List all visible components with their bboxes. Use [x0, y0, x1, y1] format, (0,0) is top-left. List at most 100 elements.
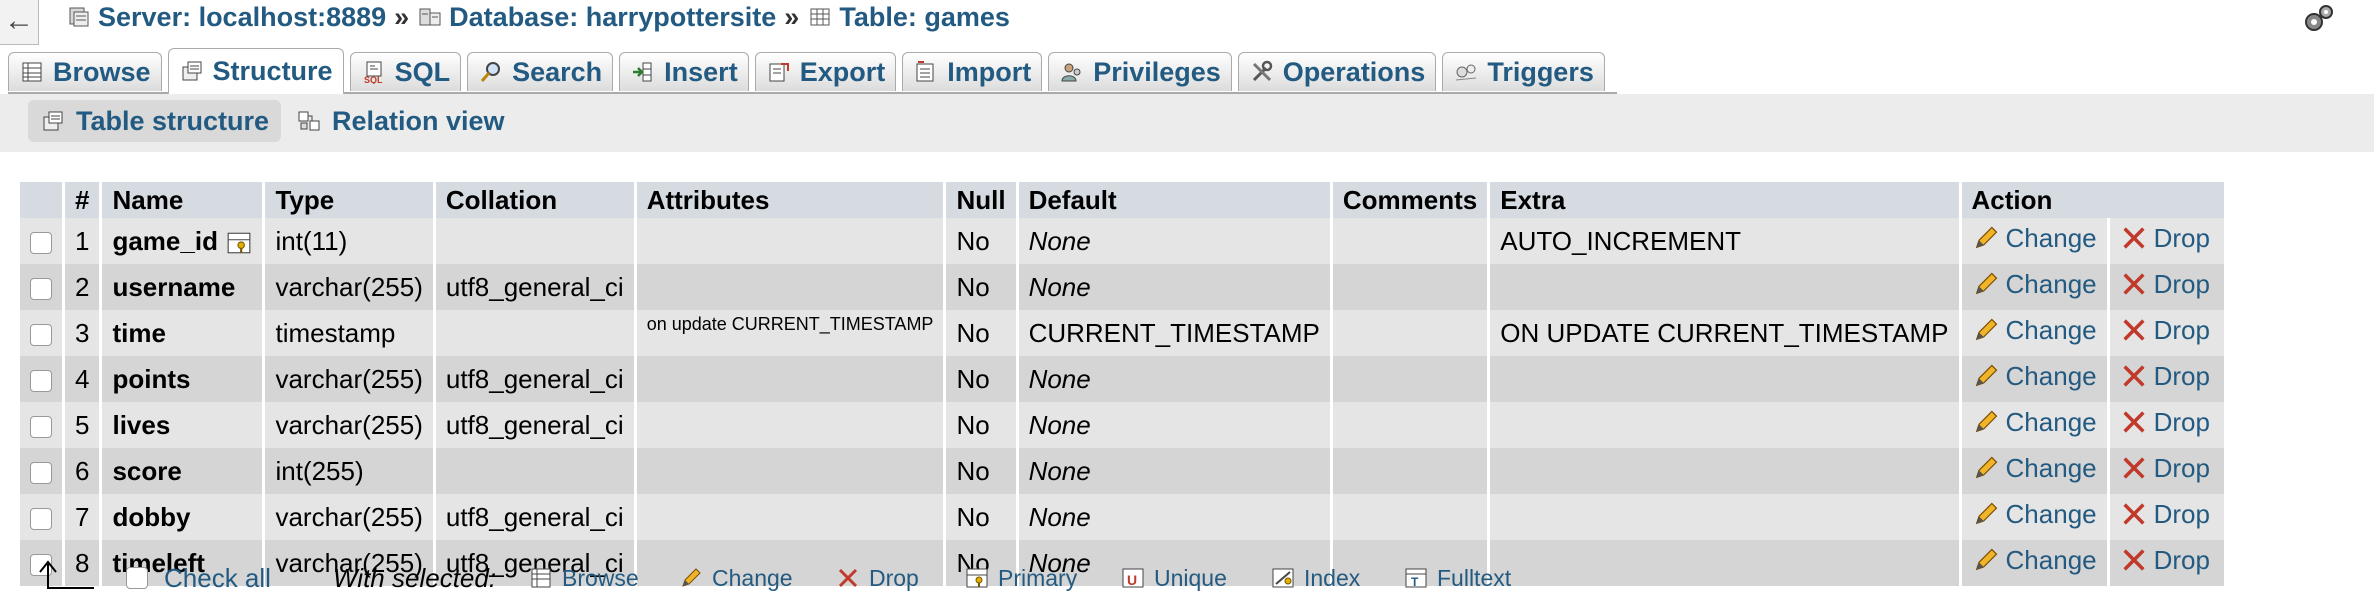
svg-text:T: T [1411, 575, 1419, 589]
subtab-table-structure[interactable]: Table structure [28, 100, 282, 142]
change-label: Change [2005, 222, 2097, 253]
cell-change: Change [1961, 402, 2107, 448]
row-checkbox[interactable] [30, 277, 52, 300]
tab-label: Triggers [1487, 56, 1594, 87]
cell-collation: utf8_general_ci [435, 494, 634, 540]
cell-extra [1490, 494, 1959, 540]
cell-null: No [946, 264, 1016, 310]
back-button[interactable]: ← [0, 0, 39, 45]
header-number[interactable]: # [65, 180, 100, 218]
check-all[interactable]: Check all [126, 558, 271, 598]
cell-change: Change [1961, 310, 2107, 356]
tab-browse[interactable]: Browse [8, 52, 162, 91]
cell-attributes [636, 356, 944, 402]
subtab-label: Relation view [332, 105, 505, 136]
header-null[interactable]: Null [946, 180, 1016, 218]
drop-button[interactable]: Drop [2120, 315, 2210, 346]
breadcrumb-server[interactable]: Server: localhost:8889 [66, 2, 386, 33]
change-button[interactable]: Change [1972, 499, 2097, 530]
drop-label: Drop [2153, 360, 2210, 391]
bulk-browse-button[interactable]: Browse [528, 558, 639, 598]
pencil-icon [1975, 410, 1997, 433]
tab-import[interactable]: Import [902, 52, 1043, 91]
header-default[interactable]: Default [1018, 180, 1330, 218]
header-extra[interactable]: Extra [1490, 180, 1959, 218]
tab-privileges[interactable]: Privileges [1048, 52, 1232, 91]
cell-default: None [1018, 402, 1330, 448]
cell-attributes [636, 402, 944, 448]
svg-text:U: U [1127, 572, 1137, 588]
tab-operations[interactable]: Operations [1237, 52, 1437, 91]
breadcrumb-server-label: Server: localhost:8889 [98, 1, 387, 32]
row-checkbox[interactable] [30, 507, 52, 530]
header-action: Action [1961, 180, 2224, 218]
check-all-label[interactable]: Check all [164, 563, 271, 594]
bulk-index-label: Index [1304, 564, 1361, 591]
cell-comments [1332, 356, 1488, 402]
bulk-unique-button[interactable]: U Unique [1120, 558, 1227, 598]
settings-gear-icon[interactable] [2300, 2, 2336, 36]
tab-triggers[interactable]: Triggers [1442, 52, 1605, 91]
cell-name: lives [102, 402, 263, 448]
drop-label: Drop [2153, 406, 2210, 437]
cell-attributes [636, 448, 944, 494]
tab-structure[interactable]: Structure [167, 48, 344, 95]
cell-null: No [946, 218, 1016, 264]
change-button[interactable]: Change [1972, 315, 2097, 346]
subtab-relation-view[interactable]: Relation view [284, 100, 517, 142]
drop-button[interactable]: Drop [2120, 223, 2210, 254]
bulk-change-button[interactable]: Change [678, 558, 793, 598]
row-checkbox[interactable] [30, 231, 52, 254]
header-collation[interactable]: Collation [435, 180, 634, 218]
drop-button[interactable]: Drop [2120, 407, 2210, 438]
change-button[interactable]: Change [1972, 407, 2097, 438]
header-attributes[interactable]: Attributes [636, 180, 944, 218]
bulk-fulltext-button[interactable]: T Fulltext [1403, 558, 1511, 598]
cell-number: 1 [65, 218, 100, 264]
bulk-index-button[interactable]: Index [1270, 558, 1360, 598]
cell-type: int(255) [265, 448, 433, 494]
breadcrumb-table[interactable]: Table: games [807, 2, 1010, 33]
header-comments[interactable]: Comments [1332, 180, 1488, 218]
main-tabs: Browse Structure SQL SQL Search Insert E… [8, 48, 1617, 95]
row-checkbox[interactable] [30, 415, 52, 438]
tab-search[interactable]: Search [467, 52, 614, 91]
header-name[interactable]: Name [102, 180, 263, 218]
structure-table: # Name Type Collation Attributes Null De… [17, 180, 2227, 586]
tab-export[interactable]: Export [754, 52, 897, 91]
cell-default: CURRENT_TIMESTAMP [1018, 310, 1330, 356]
bulk-fulltext-label: Fulltext [1437, 564, 1512, 591]
drop-button[interactable]: Drop [2120, 361, 2210, 392]
header-type[interactable]: Type [265, 180, 433, 218]
cell-default: None [1018, 356, 1330, 402]
change-button[interactable]: Change [1972, 361, 2097, 392]
tab-sql[interactable]: SQL SQL [349, 52, 462, 91]
row-checkbox[interactable] [30, 461, 52, 484]
cell-comments [1332, 494, 1488, 540]
drop-button[interactable]: Drop [2120, 269, 2210, 300]
cell-type: varchar(255) [265, 264, 433, 310]
tab-insert[interactable]: Insert [619, 52, 749, 91]
bulk-drop-button[interactable]: Drop [835, 558, 919, 598]
drop-label: Drop [2153, 452, 2210, 483]
cell-drop: Drop [2109, 218, 2224, 264]
browse-icon [531, 568, 551, 588]
bulk-unique-label: Unique [1154, 564, 1227, 591]
row-checkbox[interactable] [30, 369, 52, 392]
check-all-checkbox[interactable] [126, 567, 148, 589]
row-select-cell [20, 356, 62, 402]
cell-attributes [636, 494, 944, 540]
tab-label: Structure [212, 55, 333, 86]
drop-button[interactable]: Drop [2120, 499, 2210, 530]
row-checkbox[interactable] [30, 323, 52, 346]
change-label: Change [2005, 452, 2097, 483]
cell-comments [1332, 310, 1488, 356]
breadcrumb-database[interactable]: Database: harrypottersite [417, 2, 776, 33]
cell-null: No [946, 494, 1016, 540]
change-button[interactable]: Change [1972, 223, 2097, 254]
cell-comments [1332, 448, 1488, 494]
change-button[interactable]: Change [1972, 269, 2097, 300]
drop-button[interactable]: Drop [2120, 453, 2210, 484]
bulk-primary-button[interactable]: Primary [964, 558, 1077, 598]
change-button[interactable]: Change [1972, 453, 2097, 484]
